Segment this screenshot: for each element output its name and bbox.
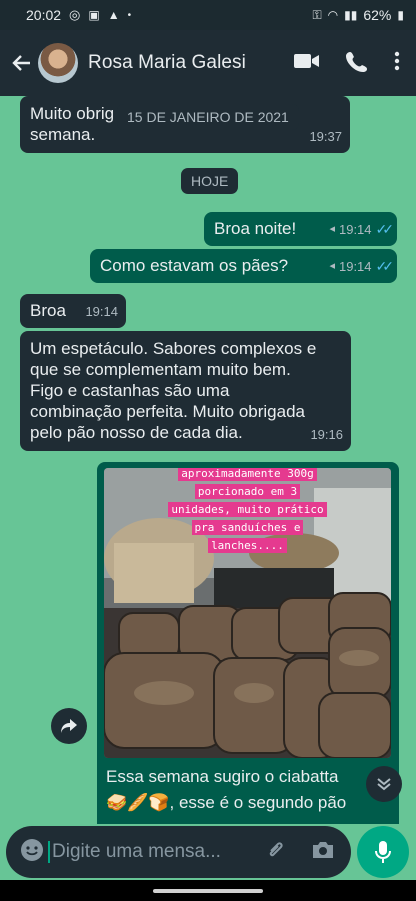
bread-photo[interactable]: aproximadamente 300g porcionado em 3 uni… — [104, 468, 391, 758]
signal-icon: ▮▮ — [344, 8, 358, 22]
dot-icon: • — [127, 9, 132, 21]
photo-caption-line: lanches.... — [208, 538, 287, 553]
message-time: 19:14 — [338, 259, 372, 274]
floating-date-pill: 15 DE JANEIRO DE 2021 — [117, 104, 299, 130]
message-incoming[interactable]: Um espetáculo. Sabores complexos e que s… — [20, 331, 351, 451]
message-text: Figo e castanhas são uma — [30, 381, 230, 400]
photo-caption-line: pra sanduíches e — [191, 520, 304, 535]
photo-caption-line: unidades, muito prático — [168, 502, 327, 517]
message-composer[interactable]: Digite uma mensa... — [6, 826, 351, 878]
scroll-to-bottom-button[interactable] — [366, 766, 402, 802]
contact-name[interactable]: Rosa Maria Galesi — [88, 52, 246, 74]
avatar[interactable] — [38, 43, 78, 83]
message-text: Broa noite! — [214, 219, 297, 238]
caption-line: Essa semana sugiro o ciabatta — [106, 767, 339, 786]
system-navigation-bar — [0, 880, 416, 901]
double-chevron-down-icon — [377, 778, 391, 791]
whatsapp-notification-icon: ◎ — [69, 7, 81, 22]
read-ticks-icon: ✓✓ — [375, 221, 395, 237]
message-outgoing[interactable]: Broa noite! ◂ 19:14 ✓✓ — [204, 212, 397, 246]
share-arrow-icon — [61, 719, 77, 733]
forward-share-button[interactable] — [51, 708, 87, 744]
message-text: semana. — [30, 125, 96, 144]
message-time: 19:37 — [309, 129, 342, 144]
message-text: pelo pão nosso de cada dia. — [30, 423, 243, 442]
message-time: 19:16 — [310, 427, 343, 442]
message-time: 19:14 — [85, 304, 118, 319]
app-notification-icon: ▲ — [107, 8, 120, 22]
message-text: Muito obrig — [30, 104, 115, 123]
text-cursor — [48, 841, 50, 863]
message-outgoing[interactable]: Como estavam os pães? ◂ 19:14 ✓✓ — [90, 249, 397, 283]
microphone-icon — [375, 841, 391, 863]
forwarded-icon: ◂ — [329, 260, 335, 272]
video-call-icon[interactable] — [294, 52, 320, 75]
gallery-notification-icon: ▣ — [88, 8, 100, 22]
message-text: Broa — [30, 301, 66, 320]
attach-icon[interactable] — [265, 839, 287, 866]
message-text: que se complementam muito bem. — [30, 360, 291, 379]
wifi-icon: ◠ — [327, 8, 339, 22]
chat-header: Rosa Maria Galesi — [0, 30, 416, 96]
status-bar: 20:02 ◎ ▣ ▲ • ⚿ ◠ ▮▮ 62% ▮ — [0, 0, 416, 30]
photo-caption-line: porcionado em 3 — [194, 484, 301, 499]
message-incoming[interactable]: Broa 19:14 — [20, 294, 126, 328]
photo-caption-overlay: aproximadamente 300g porcionado em 3 uni… — [104, 468, 391, 554]
message-time: 19:14 — [338, 222, 372, 237]
image-caption-text: Essa semana sugiro o ciabatta 🥪🥖🍞, esse … — [106, 764, 346, 816]
message-text: Um espetáculo. Sabores complexos e — [30, 339, 317, 358]
forwarded-icon: ◂ — [329, 223, 335, 235]
camera-icon[interactable] — [311, 840, 335, 865]
read-ticks-icon: ✓✓ — [375, 258, 395, 274]
battery-percent: 62% — [363, 7, 392, 23]
back-arrow-icon[interactable] — [4, 43, 38, 83]
message-input[interactable]: Digite uma mensa... — [52, 841, 221, 863]
voice-call-icon[interactable] — [346, 50, 368, 77]
message-text: Como estavam os pães? — [100, 256, 289, 275]
voice-record-button[interactable] — [357, 826, 409, 878]
caption-line: 🥪🥖🍞, esse é o segundo pão — [106, 793, 347, 812]
date-separator: HOJE — [181, 168, 239, 194]
key-icon: ⚿ — [312, 7, 322, 22]
home-gesture-pill[interactable] — [153, 889, 263, 893]
message-text: combinação perfeita. Muito obrigada — [30, 402, 305, 421]
battery-icon: ▮ — [397, 8, 404, 22]
status-time: 20:02 — [26, 7, 62, 23]
photo-caption-line: aproximadamente 300g — [178, 468, 317, 481]
more-options-icon[interactable] — [394, 51, 400, 76]
emoji-icon[interactable] — [20, 838, 44, 867]
